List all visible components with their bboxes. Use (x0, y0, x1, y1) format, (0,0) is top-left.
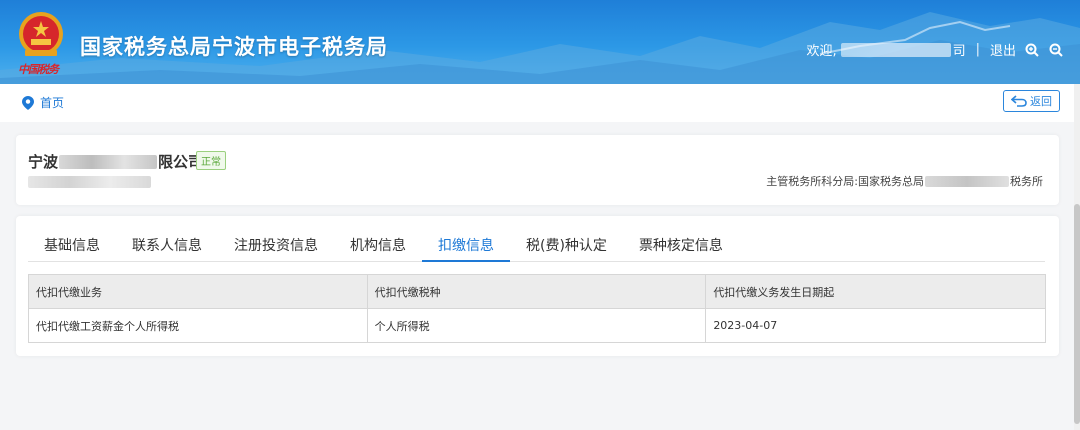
username-suffix: 司 (952, 44, 966, 59)
table-cell: 2023-04-07 (705, 308, 1046, 343)
masked-username (840, 42, 951, 57)
tax-bureau-prefix: 国家税务总局 (858, 175, 924, 188)
table-header-row: 代扣代缴业务 代扣代缴税种 代扣代缴义务发生日期起 (28, 274, 1046, 309)
tax-bureau-suffix: 税务所 (1010, 175, 1043, 188)
tab-organization-info[interactable]: 机构信息 (334, 229, 422, 262)
return-arrow-icon (1011, 95, 1027, 107)
scrollbar-track[interactable] (1074, 84, 1080, 430)
tab-registration-investment[interactable]: 注册投资信息 (218, 229, 334, 262)
masked-taxpayer-id (28, 176, 151, 188)
back-button[interactable]: 返回 (1003, 90, 1060, 112)
welcome-text: 欢迎, (806, 44, 837, 59)
table-row: 代扣代缴工资薪金个人所得税 个人所得税 2023-04-07 (28, 308, 1046, 343)
national-emblem-icon (19, 12, 63, 56)
tax-bureau-info: 主管税务所科分局: 国家税务总局 税务所 (766, 173, 1043, 189)
breadcrumb: 首页 (22, 94, 64, 111)
tab-tax-type-recognition[interactable]: 税(费)种认定 (510, 229, 623, 262)
tab-bar: 基础信息 联系人信息 注册投资信息 机构信息 扣缴信息 税(费)种认定 票种核定… (28, 229, 1045, 262)
breadcrumb-home[interactable]: 首页 (40, 94, 64, 111)
column-header: 代扣代缴税种 (366, 274, 707, 309)
info-panel: 基础信息 联系人信息 注册投资信息 机构信息 扣缴信息 税(费)种认定 票种核定… (16, 216, 1059, 356)
company-card: 宁波 限公司 正常 主管税务所科分局: 国家税务总局 税务所 (16, 135, 1059, 205)
column-header: 代扣代缴业务 (28, 274, 368, 309)
zoom-in-icon[interactable] (1024, 42, 1040, 58)
company-name-prefix: 宁波 (28, 153, 59, 171)
site-title: 国家税务总局宁波市电子税务局 (80, 35, 388, 59)
tab-invoice-type-approval[interactable]: 票种核定信息 (623, 229, 739, 262)
tab-withholding-info[interactable]: 扣缴信息 (422, 229, 510, 262)
site-header: 中国税务 国家税务总局宁波市电子税务局 欢迎, 司 | 退出 (0, 0, 1080, 84)
scrollbar-thumb[interactable] (1074, 204, 1080, 424)
zoom-out-icon[interactable] (1048, 42, 1064, 58)
back-button-label: 返回 (1030, 95, 1052, 108)
user-area: 欢迎, 司 | 退出 (806, 40, 1064, 59)
masked-company-name (59, 154, 158, 169)
tax-bureau-label: 主管税务所科分局: (766, 175, 858, 188)
masked-bureau-name (925, 175, 1009, 187)
column-header: 代扣代缴义务发生日期起 (705, 274, 1046, 309)
tab-contact-info[interactable]: 联系人信息 (116, 229, 218, 262)
location-pin-icon (22, 95, 34, 110)
company-name: 宁波 限公司 (28, 151, 203, 172)
table-cell: 代扣代缴工资薪金个人所得税 (28, 308, 368, 343)
logout-link[interactable]: 退出 (990, 40, 1016, 59)
breadcrumb-bar: 首页 返回 (0, 84, 1080, 122)
withholding-table: 代扣代缴业务 代扣代缴税种 代扣代缴义务发生日期起 代扣代缴工资薪金个人所得税 … (28, 274, 1046, 343)
tab-basic-info[interactable]: 基础信息 (28, 229, 116, 262)
status-badge: 正常 (196, 151, 226, 170)
table-cell: 个人所得税 (366, 308, 707, 343)
brand-tag: 中国税务 (18, 63, 59, 76)
separator: | (975, 42, 980, 57)
